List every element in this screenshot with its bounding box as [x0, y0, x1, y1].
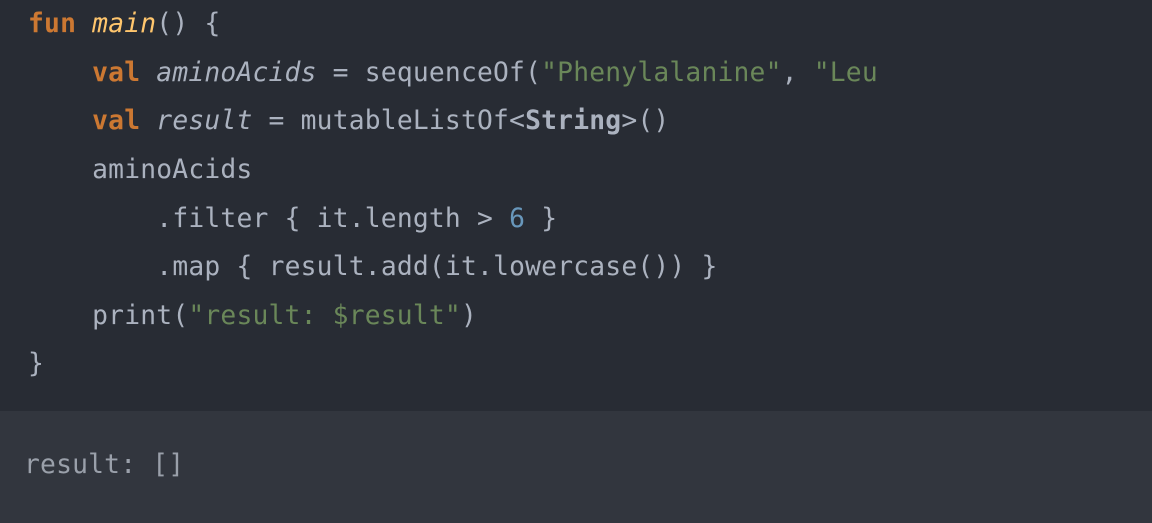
- comma: ,: [782, 58, 798, 88]
- function-name-main: main: [92, 9, 156, 39]
- call-add: add: [381, 252, 429, 282]
- indent: [28, 252, 156, 282]
- angle-lt: <: [509, 106, 525, 136]
- dot: .: [365, 252, 381, 282]
- string-result-prefix: "result:: [188, 301, 332, 331]
- space: [317, 58, 333, 88]
- lambda-open: {: [236, 252, 252, 282]
- close-paren: ): [172, 9, 188, 39]
- space: [253, 106, 269, 136]
- indent: [28, 155, 92, 185]
- string-leu-truncated: "Leu: [814, 58, 878, 88]
- expr-it-lowercase: it.lowercase(): [445, 252, 669, 282]
- expr-it-length: it.length: [317, 204, 461, 234]
- gt-op: >: [477, 204, 493, 234]
- call-filter: filter: [172, 204, 268, 234]
- call-sequenceof: sequenceOf: [365, 58, 525, 88]
- indent: [28, 301, 92, 331]
- call-print: print: [92, 301, 172, 331]
- indent: [28, 204, 156, 234]
- space: [220, 252, 236, 282]
- open-paren: (: [525, 58, 541, 88]
- string-close-quote: ": [445, 301, 461, 331]
- space: [285, 106, 301, 136]
- space: [301, 204, 317, 234]
- call-mutablelistof: mutableListOf: [301, 106, 509, 136]
- space: [76, 9, 92, 39]
- close-paren: ): [653, 106, 669, 136]
- string-phenylalanine: "Phenylalanine": [541, 58, 781, 88]
- indent: [28, 58, 92, 88]
- dot: .: [156, 252, 172, 282]
- var-aminoacids-decl: aminoAcids: [156, 58, 316, 88]
- number-six: 6: [509, 204, 525, 234]
- equals: =: [269, 106, 285, 136]
- space: [140, 58, 156, 88]
- var-result-decl: result: [156, 106, 252, 136]
- var-aminoacids-use: aminoAcids: [92, 155, 252, 185]
- keyword-val: val: [92, 58, 140, 88]
- space: [253, 252, 269, 282]
- close-paren: ): [669, 252, 685, 282]
- space: [798, 58, 814, 88]
- open-paren: (: [156, 9, 172, 39]
- space: [461, 204, 477, 234]
- open-paren: (: [172, 301, 188, 331]
- dot: .: [156, 204, 172, 234]
- close-brace: }: [28, 349, 44, 379]
- open-brace: {: [204, 9, 220, 39]
- keyword-val: val: [92, 106, 140, 136]
- code-block: fun main() { val aminoAcids = sequenceOf…: [0, 0, 1152, 411]
- open-paren: (: [637, 106, 653, 136]
- lambda-close: }: [702, 252, 718, 282]
- space: [140, 106, 156, 136]
- output-text: result: []: [24, 450, 184, 480]
- lambda-open: {: [285, 204, 301, 234]
- space: [493, 204, 509, 234]
- string-template-result: $result: [333, 301, 445, 331]
- close-paren: ): [461, 301, 477, 331]
- space: [525, 204, 541, 234]
- angle-gt: >: [621, 106, 637, 136]
- indent: [28, 106, 92, 136]
- lambda-close: }: [541, 204, 557, 234]
- output-block: result: []: [0, 411, 1152, 523]
- space: [685, 252, 701, 282]
- open-paren: (: [429, 252, 445, 282]
- call-map: map: [172, 252, 220, 282]
- keyword-fun: fun: [28, 9, 76, 39]
- space: [269, 204, 285, 234]
- space: [188, 9, 204, 39]
- var-result-use: result: [269, 252, 365, 282]
- type-string: String: [525, 106, 621, 136]
- space: [349, 58, 365, 88]
- equals: =: [333, 58, 349, 88]
